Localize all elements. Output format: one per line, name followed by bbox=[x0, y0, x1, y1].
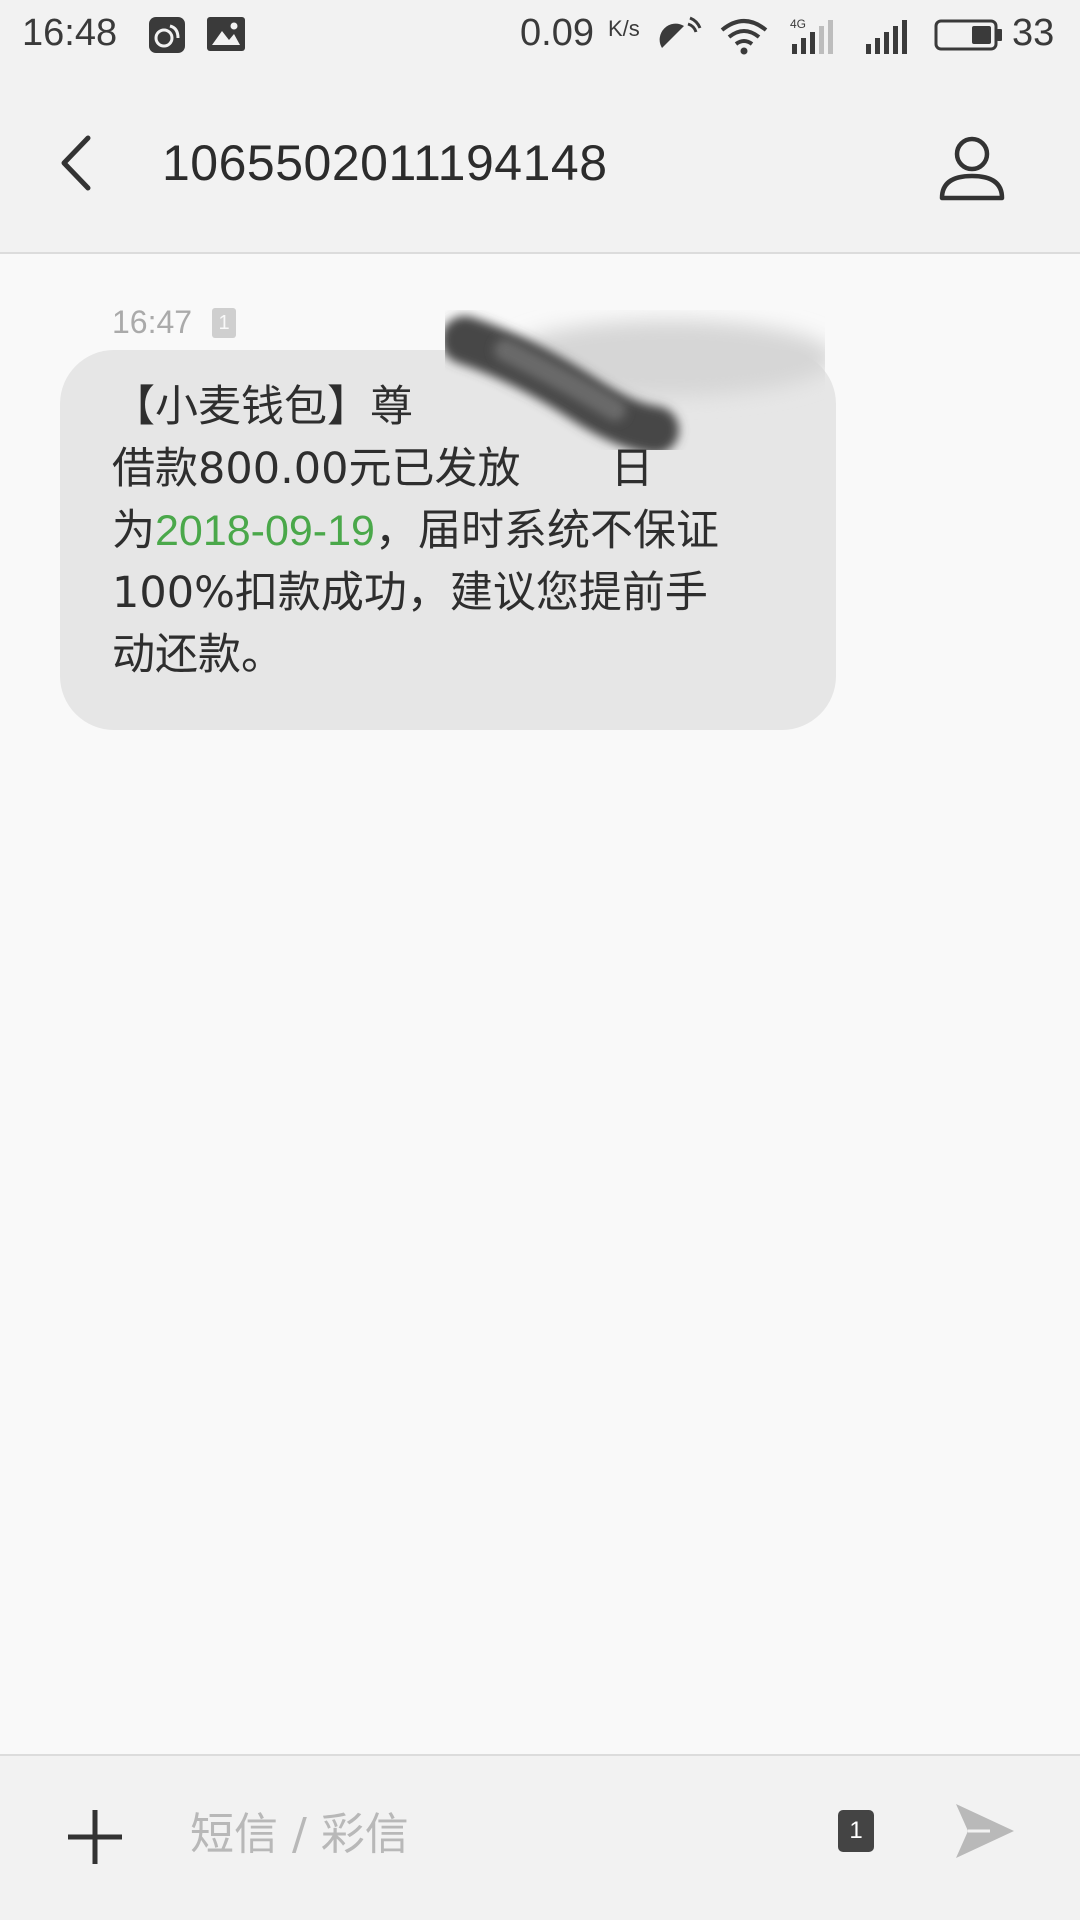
add-attachment-button[interactable] bbox=[62, 1804, 128, 1870]
battery-icon bbox=[934, 16, 1004, 58]
4g-signal-icon: 4G bbox=[790, 16, 840, 60]
message-meta: 16:47 1 bbox=[112, 304, 237, 341]
send-icon bbox=[956, 1804, 1014, 1858]
status-time: 16:48 bbox=[22, 12, 118, 54]
battery-level: 33 bbox=[1012, 12, 1055, 54]
sms-conversation-screen: 16:48 0.09 K/s 4G 33 1065502011194148 16… bbox=[0, 0, 1080, 1920]
status-bar: 16:48 0.09 K/s 4G 33 bbox=[0, 0, 1080, 76]
message-text: 【小麦钱包】尊 借款800.00元已发放日 为2018-09-19，届时系统不保… bbox=[112, 376, 802, 686]
message-line: 【小麦钱包】尊 bbox=[112, 382, 413, 432]
send-button[interactable] bbox=[950, 1796, 1020, 1866]
message-input[interactable] bbox=[190, 1794, 790, 1874]
message-time: 16:47 bbox=[112, 304, 193, 340]
sim-card-icon: 1 bbox=[212, 307, 237, 338]
cell-signal-icon bbox=[864, 16, 914, 60]
sim-select-button[interactable]: 1 bbox=[838, 1810, 874, 1852]
back-button[interactable] bbox=[44, 128, 114, 198]
network-speed-unit: K/s bbox=[608, 16, 640, 41]
wifi-icon bbox=[720, 16, 768, 60]
compose-bar: 1 bbox=[0, 1754, 1080, 1920]
message-line: 为2018-09-19，届时系统不保证 bbox=[112, 506, 719, 556]
date-link[interactable]: 2018-09-19 bbox=[155, 507, 375, 555]
signal-strength-icon bbox=[658, 16, 702, 60]
gallery-icon bbox=[206, 16, 246, 56]
message-list[interactable]: 16:47 1 【小麦钱包】尊 借款800.00元已发放日 为2018-09-1… bbox=[0, 254, 1080, 1754]
svg-text:4G: 4G bbox=[790, 17, 806, 31]
message-line: 借款800.00元已发放日 bbox=[112, 444, 654, 494]
uc-browser-icon bbox=[148, 16, 186, 58]
message-line: 100%扣款成功，建议您提前手 bbox=[112, 568, 708, 618]
conversation-header: 1065502011194148 bbox=[0, 76, 1080, 254]
network-speed-value: 0.09 bbox=[520, 12, 594, 54]
message-bubble[interactable]: 【小麦钱包】尊 借款800.00元已发放日 为2018-09-19，届时系统不保… bbox=[60, 350, 836, 730]
message-line: 动还款。 bbox=[112, 630, 284, 680]
plus-icon bbox=[68, 1810, 122, 1864]
contact-button[interactable] bbox=[934, 130, 1010, 206]
conversation-title: 1065502011194148 bbox=[162, 135, 608, 191]
person-icon bbox=[939, 136, 1005, 201]
chevron-left-icon bbox=[61, 135, 91, 191]
